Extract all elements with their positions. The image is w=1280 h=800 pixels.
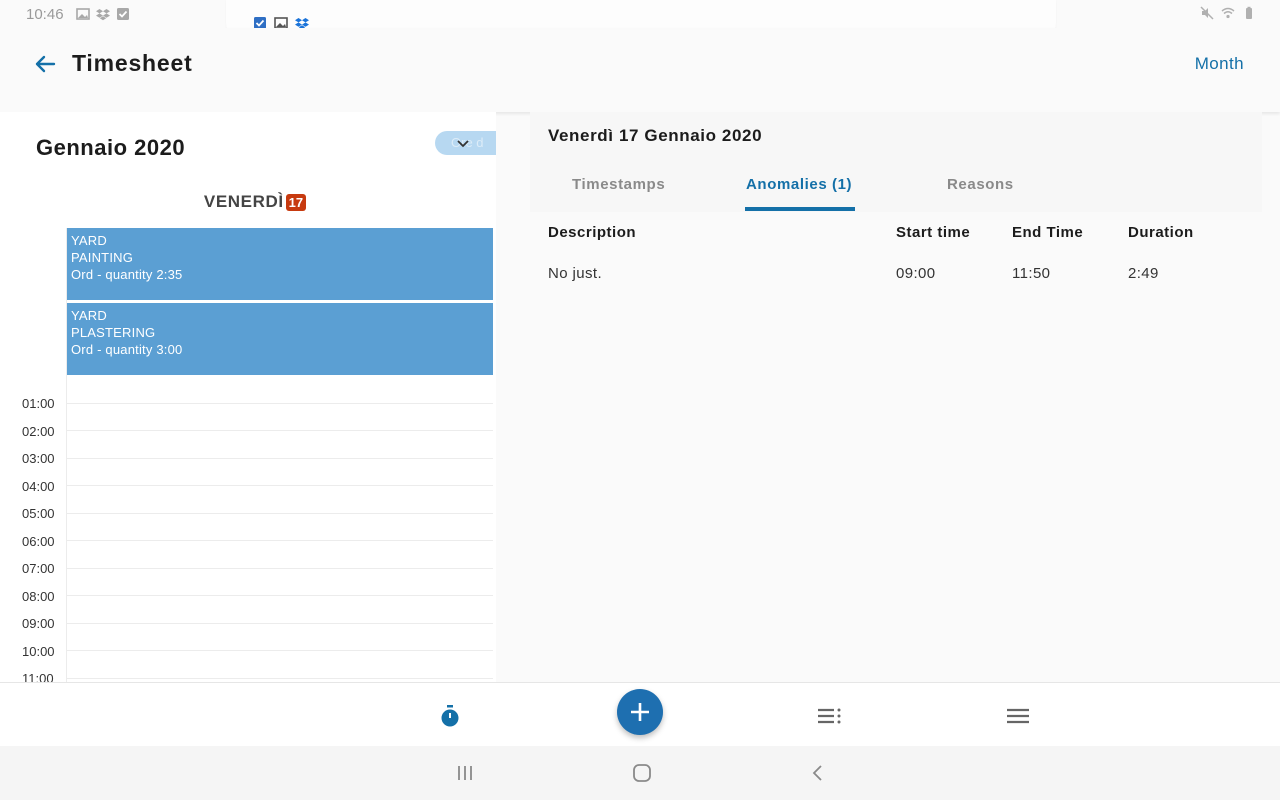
hour-row[interactable]: 04:00	[22, 459, 493, 494]
add-icon	[631, 703, 649, 721]
hour-grid: 01:00 02:00 03:00 04:00 05:00 06:00 07:00 08:00…	[0, 376, 496, 682]
arrow-left-icon	[35, 55, 56, 73]
calendar-panel: Gennaio 2020 Ore d VENERDÌ 17 YARD PAINTI…	[0, 112, 496, 682]
day-number-badge: 17	[285, 193, 307, 211]
day-name: VENERDÌ	[203, 192, 284, 211]
hour-row[interactable]: 10:00	[22, 624, 493, 659]
menu-icon	[1007, 708, 1029, 724]
recent-apps-button[interactable]	[454, 762, 476, 784]
day-header: VENERDÌ 17	[0, 192, 496, 212]
checkbox-icon	[117, 8, 129, 20]
status-time: 10:46	[26, 6, 64, 23]
hour-row[interactable]: 09:00	[22, 596, 493, 631]
hour-row[interactable]: 11:00	[22, 651, 493, 682]
hour-label: 06:00	[22, 533, 55, 549]
hour-row[interactable]: 01:00	[22, 376, 493, 411]
home-button[interactable]	[631, 762, 653, 784]
event-activity: PLASTERING	[71, 325, 156, 340]
hour-row[interactable]: 08:00	[22, 569, 493, 604]
home-icon	[633, 764, 651, 782]
dropbox-icon	[96, 9, 110, 21]
anomalies-table: Description Start time End Time Duration…	[530, 212, 1262, 682]
hour-label: 05:00	[22, 506, 55, 521]
cell-start-time: 09:00	[896, 265, 936, 282]
hour-label: 09:00	[22, 616, 55, 631]
month-view-button[interactable]: Month	[1195, 54, 1244, 74]
mute-icon	[1200, 6, 1214, 20]
image-icon	[76, 8, 90, 20]
detail-date-title: Venerdì 17 Gennaio 2020	[548, 126, 763, 145]
column-header: End Time	[1012, 224, 1084, 241]
add-button[interactable]	[617, 689, 663, 735]
cell-duration: 2:49	[1128, 265, 1159, 282]
hour-label: 07:00	[22, 561, 55, 576]
tab-anomalies[interactable]: Anomalies (1)	[746, 176, 852, 193]
list-icon	[818, 708, 841, 724]
column-header: Duration	[1128, 224, 1194, 241]
event-activity: PAINTING	[71, 250, 134, 265]
wifi-icon	[1221, 7, 1235, 19]
hour-row[interactable]: 07:00	[22, 541, 493, 576]
status-bar: 10:46	[0, 0, 1280, 44]
back-button[interactable]	[32, 51, 58, 77]
nav-timer[interactable]	[437, 703, 463, 729]
system-back-button[interactable]	[807, 762, 829, 784]
chevron-down-icon[interactable]	[455, 136, 471, 152]
app-header: Timesheet Month	[0, 28, 1280, 112]
tab-reasons[interactable]: Reasons	[947, 176, 1014, 193]
active-tab-indicator	[745, 207, 855, 211]
hour-label: 11:00	[22, 671, 54, 682]
event-quantity: Ord - quantity 2:35	[71, 267, 183, 282]
system-navigation-bar	[0, 746, 1280, 800]
hour-label: 02:00	[22, 423, 55, 439]
status-left-icons	[76, 7, 130, 21]
bottom-navigation	[0, 682, 1280, 746]
hour-label: 08:00	[22, 588, 55, 604]
nav-list[interactable]	[816, 703, 842, 729]
event-location: YARD	[71, 308, 107, 323]
detail-header: Venerdì 17 Gennaio 2020 Timestamps Anoma…	[530, 112, 1262, 212]
chevron-left-icon	[812, 765, 822, 781]
event-quantity: Ord - quantity 3:00	[71, 342, 183, 357]
page-title: Timesheet	[72, 50, 193, 76]
event-list: YARD PAINTING Ord - quantity 2:35 YARD P…	[67, 228, 493, 378]
cell-end-time: 11:50	[1012, 265, 1051, 282]
cell-description: No just.	[548, 265, 603, 282]
stopwatch-icon	[441, 705, 459, 727]
hour-label: 10:00	[22, 643, 55, 659]
battery-icon	[1246, 6, 1252, 19]
hour-label: 03:00	[22, 451, 55, 466]
nav-menu[interactable]	[1005, 703, 1031, 729]
month-label: Gennaio 2020	[36, 135, 186, 160]
event-block[interactable]: YARD PLASTERING Ord - quantity 3:00	[67, 303, 493, 375]
hour-row[interactable]: 02:00	[22, 404, 493, 439]
status-right-icons	[1200, 6, 1256, 20]
hour-row[interactable]: 05:00	[22, 486, 493, 521]
column-header: Description	[548, 224, 637, 241]
hour-label: 04:00	[22, 478, 55, 494]
hour-row[interactable]: 03:00	[22, 431, 493, 466]
tab-timestamps[interactable]: Timestamps	[572, 176, 665, 193]
column-header: Start time	[896, 224, 971, 241]
event-block[interactable]: YARD PAINTING Ord - quantity 2:35	[67, 228, 493, 300]
hour-label: 01:00	[22, 396, 55, 411]
hour-row[interactable]: 06:00	[22, 514, 493, 549]
recents-icon	[458, 766, 472, 780]
app-screen: 10:46 Timesheet Month Gennaio 2020 Ore d…	[0, 0, 1280, 800]
event-location: YARD	[71, 233, 107, 248]
